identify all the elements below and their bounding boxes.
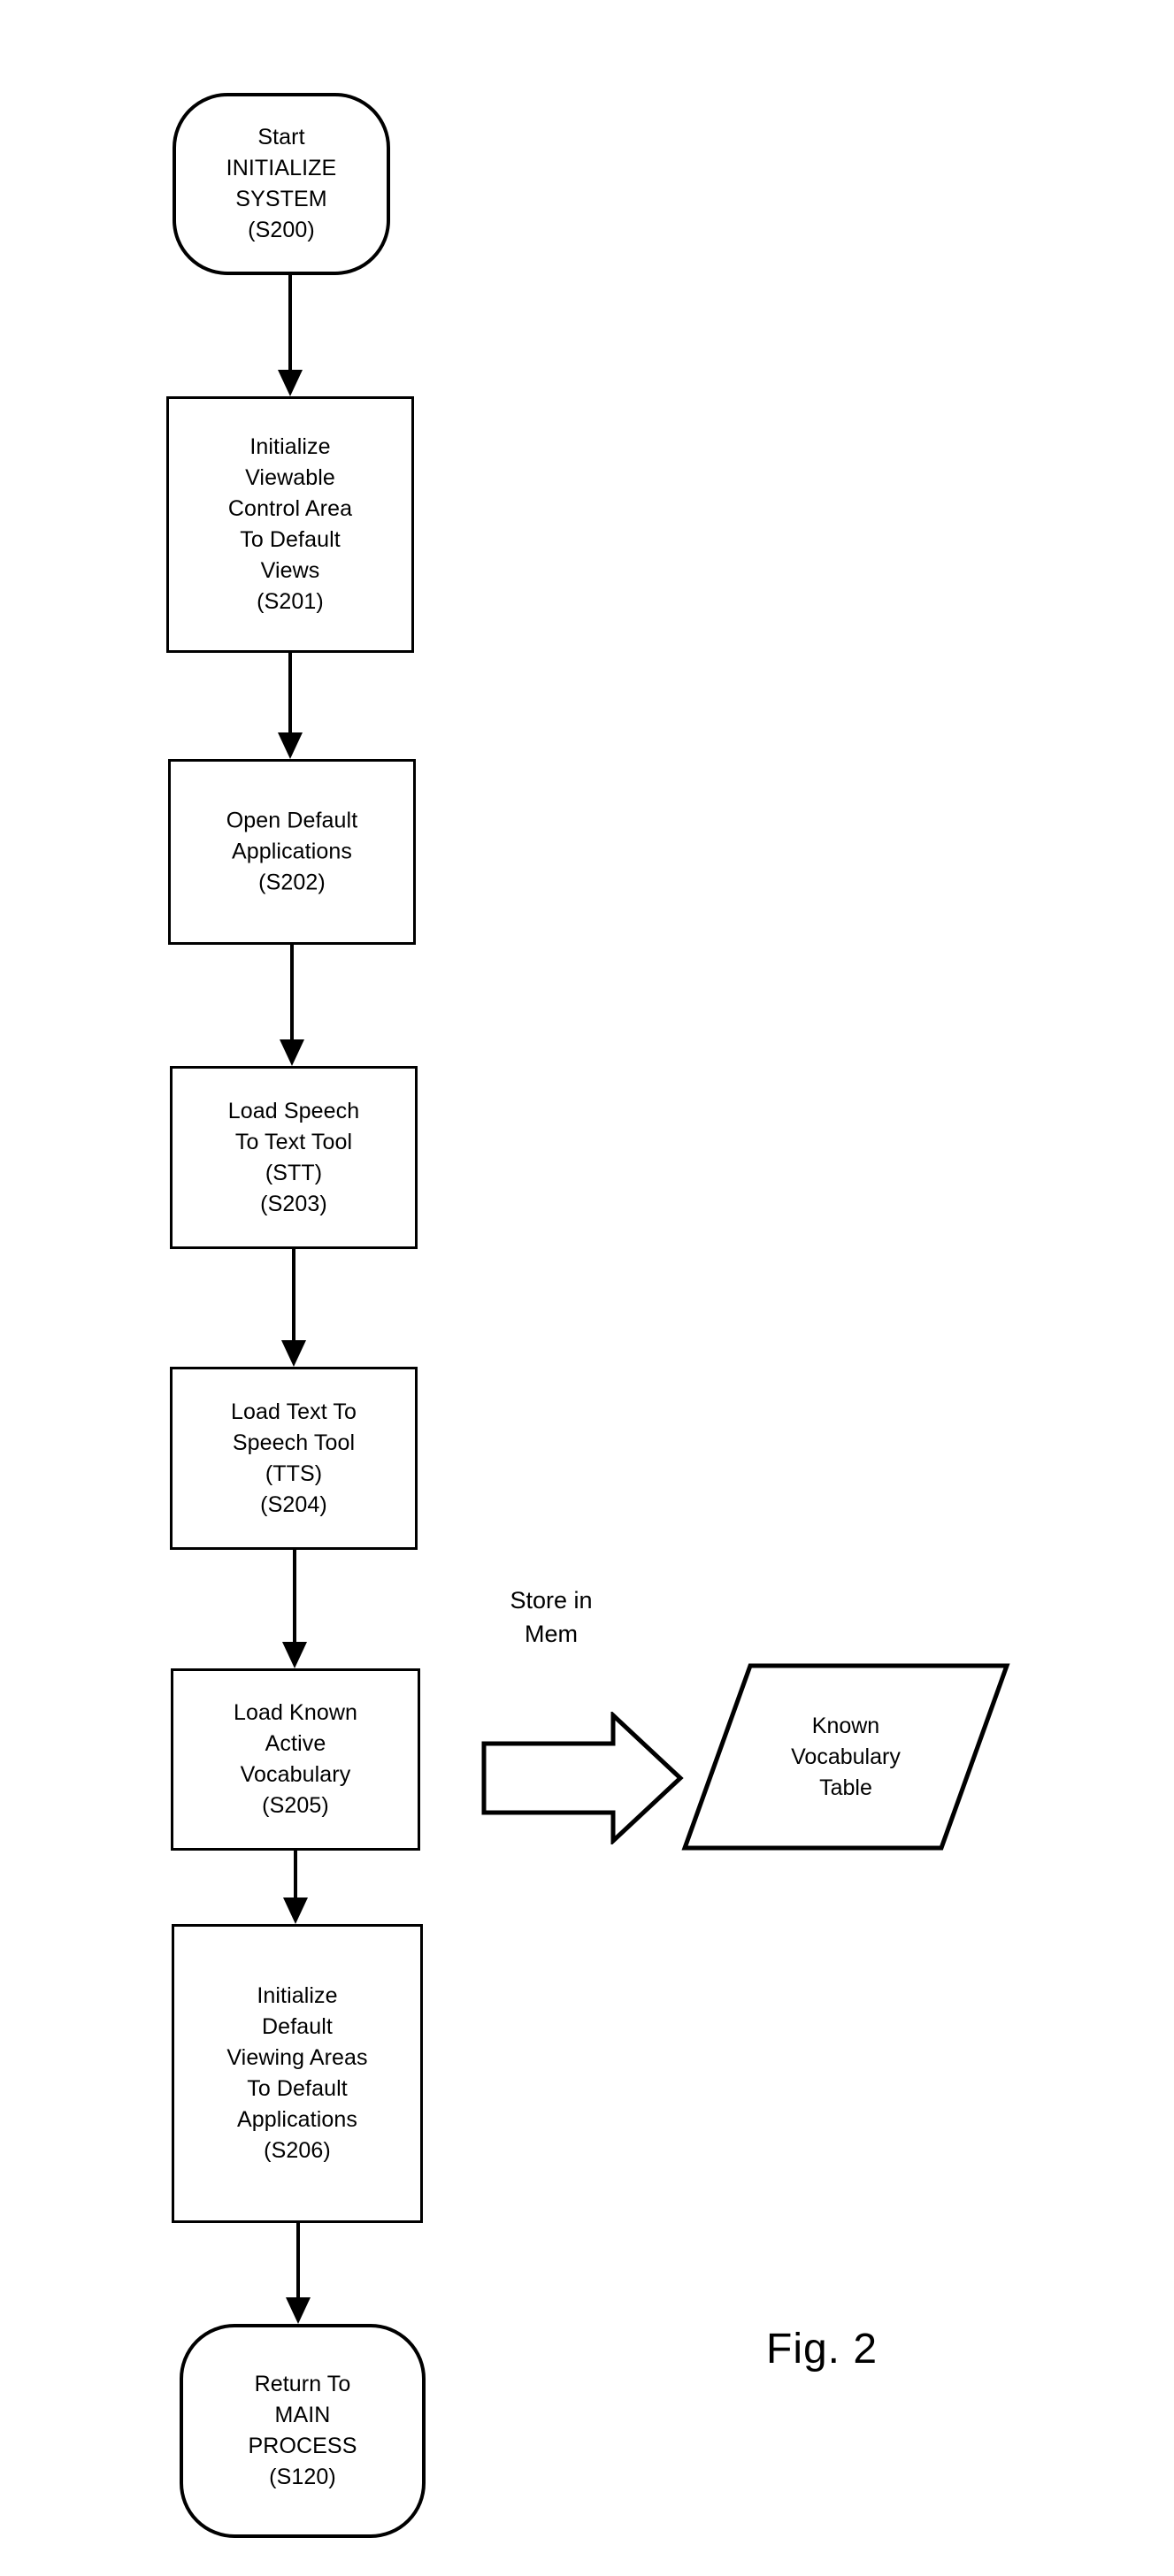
flow-edge-s202-s203 [267, 945, 317, 1066]
arrowhead-icon [281, 1340, 306, 1367]
flow-node-label: Initialize Viewable Control Area To Defa… [227, 434, 353, 614]
flow-node-label: Load Text To Speech Tool (TTS) (S204) [230, 1399, 357, 1517]
arrowhead-icon [286, 2297, 311, 2324]
flow-node-process-s206[interactable]: Initialize Default Viewing Areas To Defa… [172, 1924, 423, 2223]
edge-shaft [296, 2223, 300, 2297]
flow-node-process-s202[interactable]: Open Default Applications (S202) [168, 759, 416, 945]
flow-node-start-s200[interactable]: Start INITIALIZE SYSTEM (S200) [173, 93, 390, 275]
arrowhead-icon [278, 370, 303, 396]
flow-node-label: Start INITIALIZE SYSTEM (S200) [226, 125, 337, 242]
arrowhead-icon [283, 1898, 308, 1924]
flow-node-return-s120[interactable]: Return To MAIN PROCESS (S120) [180, 2324, 426, 2538]
figure-caption: Fig. 2 [766, 2326, 879, 2373]
edge-shaft [288, 653, 292, 732]
flow-edge-s204-s205 [270, 1550, 319, 1668]
edge-shaft [292, 1249, 295, 1340]
arrowhead-icon [280, 1039, 304, 1066]
flow-node-label: Return To MAIN PROCESS (S120) [248, 2372, 357, 2489]
arrowhead-icon [282, 1642, 307, 1668]
store-in-mem-label: Store in Mem [510, 1587, 593, 1647]
flow-edge-s201-s202 [265, 653, 315, 759]
flow-node-label: Initialize Default Viewing Areas To Defa… [226, 1983, 368, 2163]
flow-node-data-known-vocabulary-table[interactable]: Known Vocabulary Table [681, 1661, 1010, 1852]
flow-node-label: Load Known Active Vocabulary (S205) [233, 1700, 357, 1818]
flow-edge-s206-s120 [273, 2223, 323, 2324]
flow-node-process-s204[interactable]: Load Text To Speech Tool (TTS) (S204) [170, 1367, 418, 1550]
flow-edge-s203-s204 [269, 1249, 318, 1367]
arrowhead-icon [278, 732, 303, 759]
flow-edge-s205-s206 [271, 1851, 320, 1924]
edge-shaft [288, 275, 292, 370]
edge-shaft [294, 1851, 297, 1898]
edge-shaft [290, 945, 294, 1039]
flow-node-process-s201[interactable]: Initialize Viewable Control Area To Defa… [166, 396, 414, 653]
edge-shaft [293, 1550, 296, 1642]
flow-node-process-s205[interactable]: Load Known Active Vocabulary (S205) [171, 1668, 420, 1851]
store-in-mem-block-arrow-icon [480, 1712, 684, 1844]
flow-node-process-s203[interactable]: Load Speech To Text Tool (STT) (S203) [170, 1066, 418, 1249]
flow-edge-s200-s201 [265, 275, 315, 396]
flow-node-label: Load Speech To Text Tool (STT) (S203) [227, 1098, 360, 1216]
flow-node-label: Open Default Applications (S202) [226, 808, 358, 895]
figure-canvas: Start INITIALIZE SYSTEM (S200) Initializ… [0, 0, 1174, 2576]
